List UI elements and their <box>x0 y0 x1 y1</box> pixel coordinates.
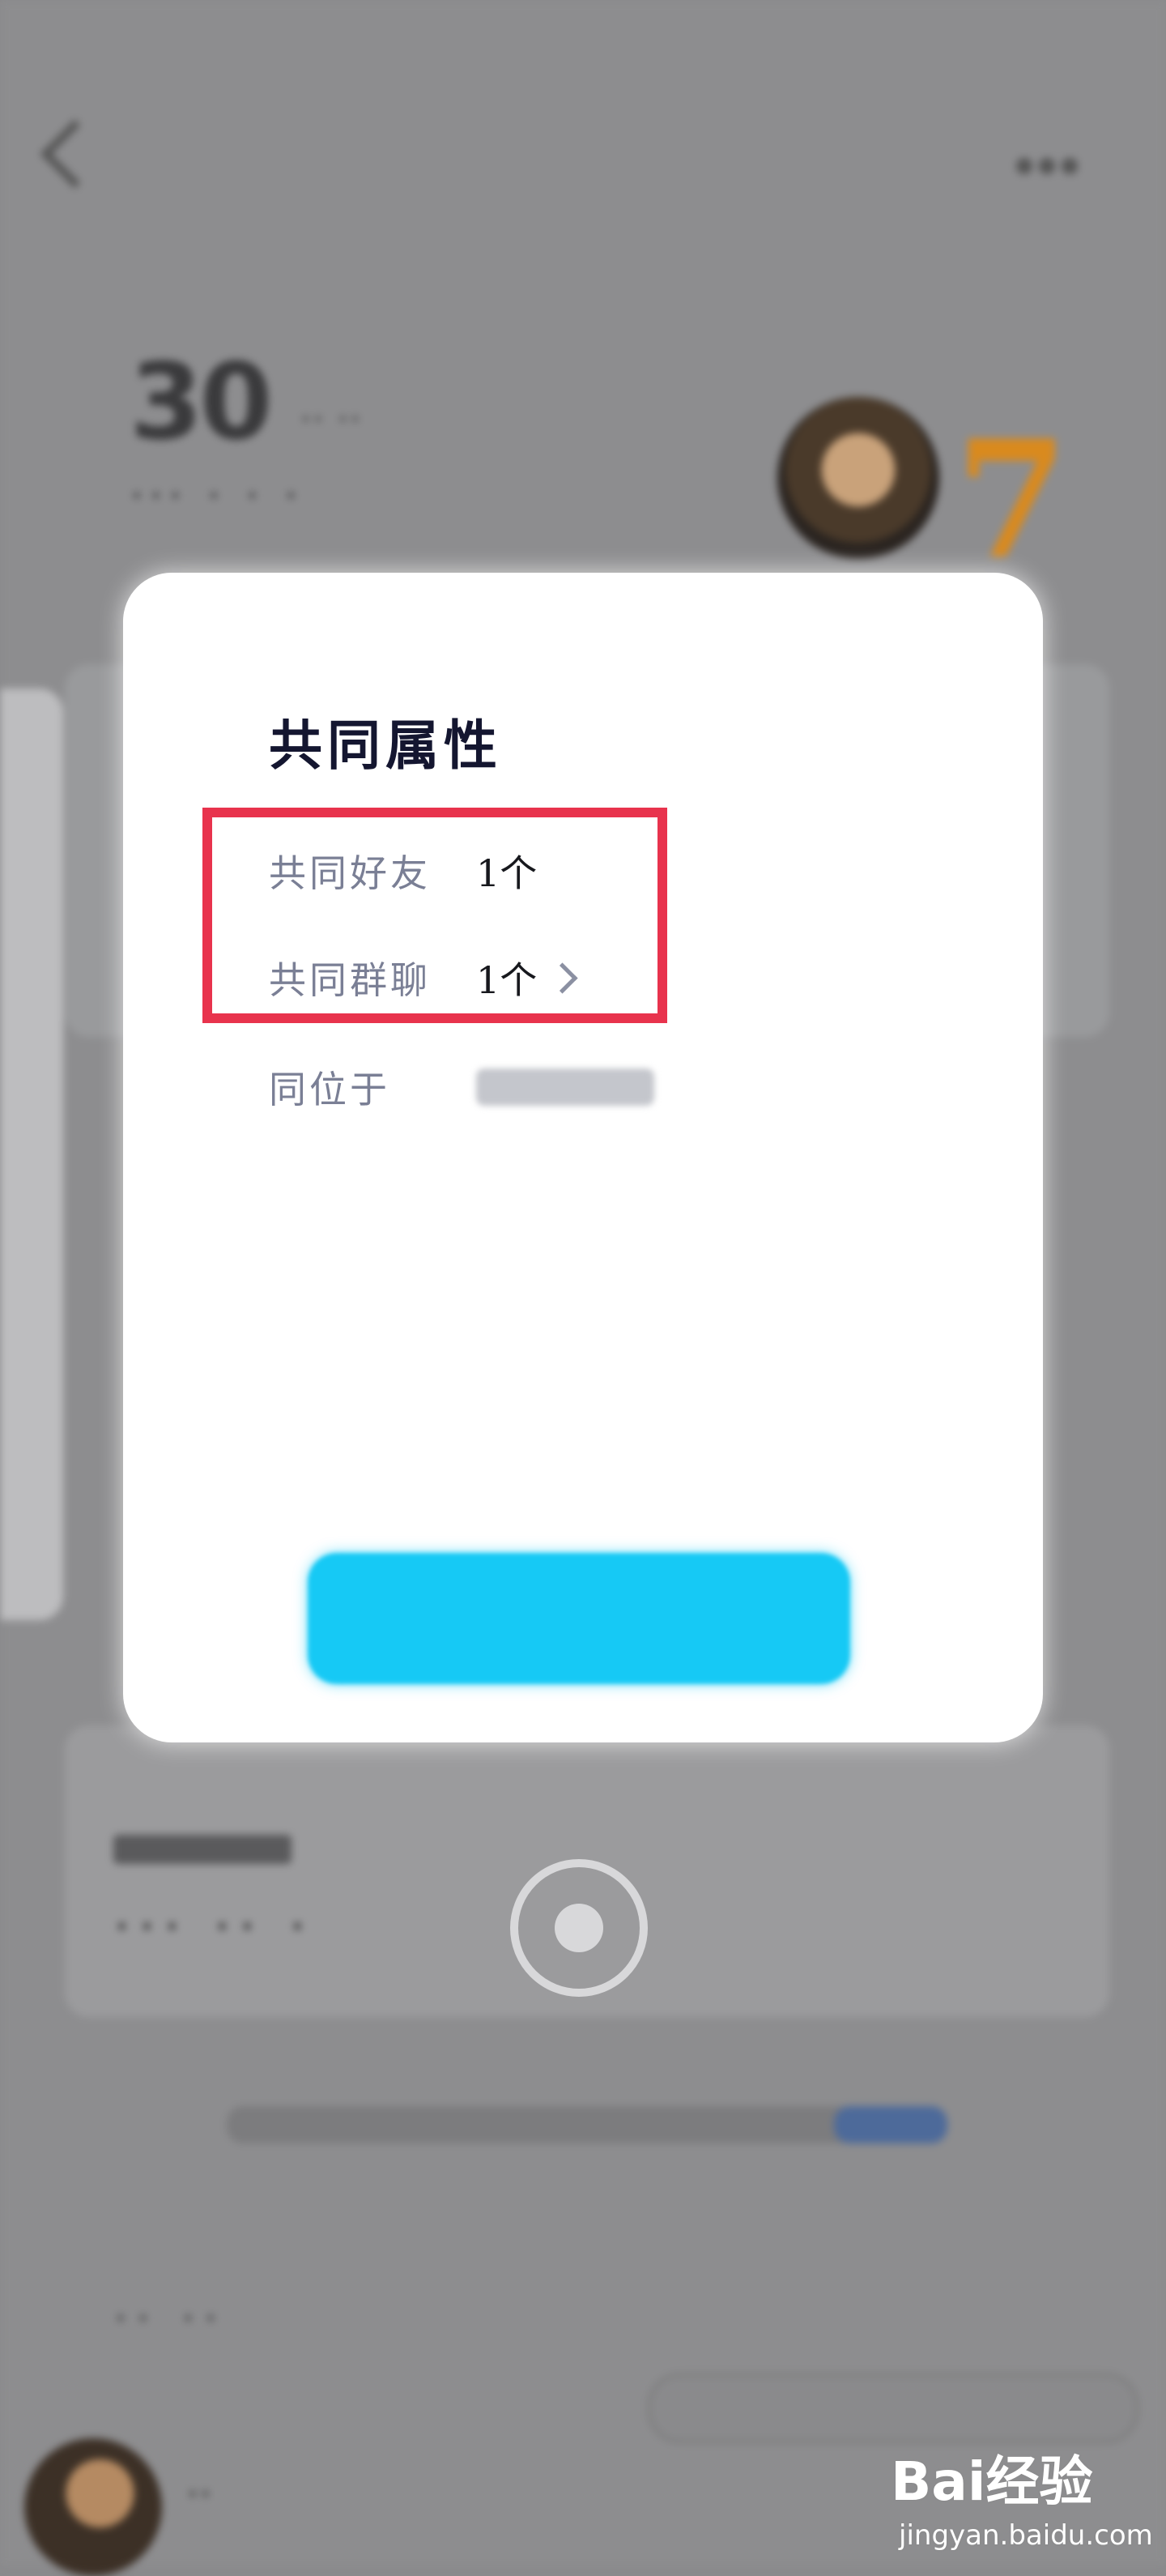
background-section-title: ·· ·· <box>113 2292 227 2345</box>
background-tip-link <box>834 2106 947 2143</box>
background-number-suffix: ·· ·· <box>300 397 362 442</box>
common-location-label: 同位于 <box>269 1068 390 1111</box>
user-avatar <box>24 2438 162 2576</box>
common-location-value <box>476 1068 654 1106</box>
highlight-box <box>202 808 667 1023</box>
common-attributes-modal: 共同属性 共同好友 1个 共同群聊 1个 同位于 <box>123 573 1043 1742</box>
background-card-text: ··· ·· · <box>113 1896 314 1958</box>
more-icon <box>1016 158 1089 176</box>
background-subtitle: ··· · · · <box>130 470 304 522</box>
background-side-panel <box>0 689 63 1620</box>
profile-avatar <box>777 397 939 559</box>
watermark-url: jingyan.baidu.com <box>899 2519 1153 2552</box>
background-tip <box>227 2106 939 2143</box>
close-modal-button[interactable] <box>510 1859 648 1997</box>
badge-icon: 7 <box>955 405 1069 595</box>
modal-title: 共同属性 <box>269 714 502 777</box>
common-location-row: 同位于 <box>269 1059 654 1115</box>
baidu-jingyan-watermark: Bai经验 jingyan.baidu.com <box>891 2438 1153 2560</box>
modal-action-button[interactable] <box>308 1553 850 1684</box>
watermark-logo: Bai经验 <box>891 2450 1093 2513</box>
background-card-label <box>113 1835 292 1864</box>
background-pill <box>648 2373 1138 2443</box>
background-number: 30 <box>130 340 273 463</box>
back-icon <box>40 119 109 189</box>
user-name: ·· <box>186 2471 212 2518</box>
